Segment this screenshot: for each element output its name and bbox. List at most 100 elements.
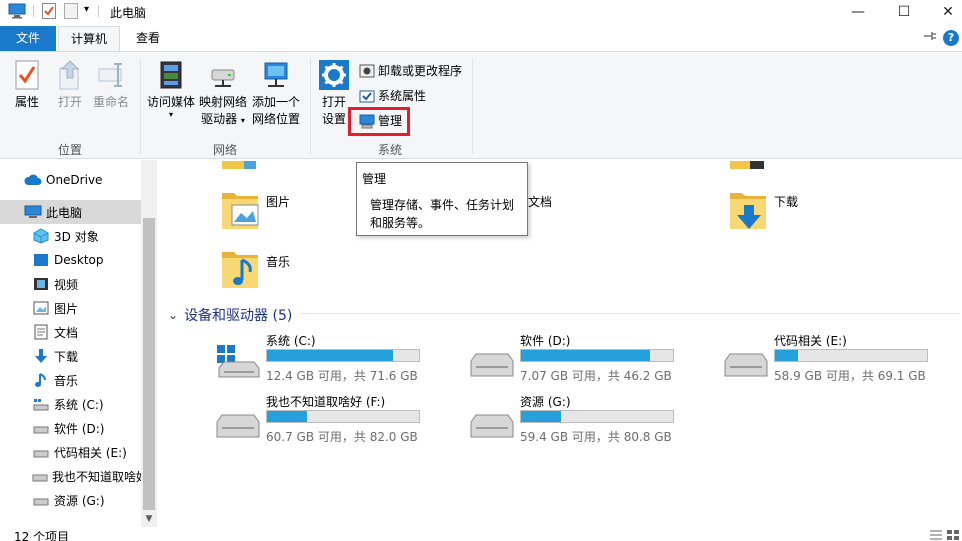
- add-network-location-button[interactable]: 添加一个 网络位置: [250, 60, 302, 128]
- nav-item-drive-f[interactable]: 我也不知道取啥好: [0, 464, 141, 488]
- scroll-down-arrow-icon[interactable]: ▼: [141, 511, 157, 527]
- drive-tile-e[interactable]: 代码相关 (E:) 58.9 GB 可用，共 69.1 GB: [724, 332, 954, 388]
- network-group-label: 网络: [212, 143, 237, 157]
- system-group-label: 系统: [377, 143, 402, 157]
- windows-drive-icon: [217, 345, 260, 378]
- map-network-drive-button[interactable]: 映射网络 驱动器 ▾: [197, 60, 249, 129]
- cube-3d-icon: [32, 228, 50, 244]
- uninstall-icon: [359, 64, 375, 78]
- folder-music-label: 音乐: [266, 255, 291, 269]
- drive-name: 软件 (D:): [520, 334, 571, 348]
- nav-scrollbar-thumb[interactable]: [143, 218, 155, 510]
- open-settings-label-2: 设置: [321, 112, 346, 126]
- drive-name: 我也不知道取啥好 (F:): [266, 395, 386, 409]
- drive-icon: [470, 353, 514, 377]
- system-drive-icon: [32, 396, 50, 412]
- chevron-down-icon: ⌄: [168, 308, 179, 322]
- tab-view[interactable]: 查看: [124, 26, 172, 51]
- uninstall-program-button[interactable]: 卸载或更改程序: [359, 61, 462, 81]
- item-count: 12 个项目: [14, 530, 70, 541]
- minimize-button[interactable]: —: [838, 0, 878, 24]
- drive-icon: [216, 414, 260, 438]
- nav-item-drive-d[interactable]: 软件 (D:): [0, 416, 141, 440]
- close-button[interactable]: ✕: [928, 0, 962, 24]
- tab-computer[interactable]: 计算机: [58, 26, 120, 51]
- system-properties-button[interactable]: 系统属性: [359, 86, 426, 106]
- nav-item-3d-objects[interactable]: 3D 对象: [0, 224, 141, 248]
- drive-tile-g[interactable]: 资源 (G:) 59.4 GB 可用，共 80.8 GB: [470, 393, 700, 449]
- nav-item-drive-e[interactable]: 代码相关 (E:): [0, 440, 141, 464]
- add-location-label-2: 网络位置: [251, 112, 300, 126]
- downloads-folder-icon: [730, 193, 766, 229]
- manage-tooltip: 管理 管理存储、事件、任务计划和服务等。: [356, 162, 528, 236]
- drive-usage-fill: [267, 350, 394, 361]
- divider-icon: [97, 3, 101, 19]
- nav-item-this-pc[interactable]: 此电脑: [0, 200, 141, 224]
- drive-name: 代码相关 (E:): [774, 334, 847, 348]
- open-settings-button[interactable]: 打开 设置: [316, 60, 352, 128]
- nav-item-music[interactable]: 音乐: [0, 368, 141, 392]
- maximize-button[interactable]: ☐: [884, 0, 924, 24]
- location-group-label: 位置: [57, 143, 82, 157]
- nav-item-onedrive[interactable]: OneDrive: [0, 168, 141, 192]
- nav-item-documents[interactable]: 文档: [0, 320, 141, 344]
- drive-usage-bar: [520, 410, 674, 423]
- folder-documents-label: 文档: [528, 195, 553, 209]
- system-properties-icon: [359, 90, 375, 103]
- nav-item-downloads[interactable]: 下载: [0, 344, 141, 368]
- properties-label: 属性: [14, 95, 39, 109]
- tab-file[interactable]: 文件: [0, 26, 56, 51]
- properties-button[interactable]: 属性: [9, 60, 45, 111]
- open-label: 打开: [57, 95, 82, 109]
- computer-icon[interactable]: [8, 3, 26, 19]
- drive-tile-c[interactable]: 系统 (C:) 12.4 GB 可用，共 71.6 GB: [216, 332, 446, 388]
- group-divider: [310, 58, 311, 154]
- nav-item-pictures[interactable]: 图片: [0, 296, 141, 320]
- customize-toolbar-icon[interactable]: ▾: [84, 4, 89, 20]
- drive-space-info: 58.9 GB 可用，共 69.1 GB: [774, 369, 926, 383]
- divider-icon: [32, 3, 36, 19]
- access-media-button[interactable]: 访问媒体 ▾: [145, 60, 197, 119]
- network-location-icon: [264, 62, 288, 87]
- desktop-icon: [32, 252, 50, 268]
- drive-usage-bar: [520, 349, 674, 362]
- settings-gear-icon: [319, 60, 349, 90]
- drive-tile-f[interactable]: 我也不知道取啥好 (F:) 60.7 GB 可用，共 82.0 GB: [216, 393, 446, 449]
- drive-usage-fill: [267, 411, 307, 422]
- pin-ribbon-icon[interactable]: [923, 30, 937, 45]
- drive-tile-d[interactable]: 软件 (D:) 7.07 GB 可用，共 46.2 GB: [470, 332, 700, 388]
- map-drive-label-1: 映射网络: [198, 95, 247, 109]
- help-icon[interactable]: ?: [943, 30, 959, 46]
- pictures-folder-icon: [222, 193, 259, 229]
- drive-icon: [32, 468, 48, 484]
- folder-downloads[interactable]: [728, 187, 768, 236]
- nav-item-videos[interactable]: 视频: [0, 272, 141, 296]
- large-icons-view-icon[interactable]: [946, 529, 960, 541]
- nav-item-desktop[interactable]: Desktop: [0, 248, 141, 272]
- open-icon: [59, 60, 80, 90]
- rename-button[interactable]: 重命名: [90, 60, 132, 111]
- ribbon-panel: 属性 打开 重命名 位置 访问媒体 ▾ 映射网络 驱动器 ▾ 添加一个 网络位置…: [0, 51, 962, 159]
- drive-icon: [470, 414, 514, 438]
- devices-section-header[interactable]: ⌄ 设备和驱动器 (5): [168, 305, 292, 325]
- drive-usage-fill: [775, 350, 798, 361]
- rename-label: 重命名: [92, 95, 129, 109]
- folder-pictures[interactable]: [220, 187, 260, 236]
- drive-usage-bar: [774, 349, 928, 362]
- navigation-pane: OneDrive 此电脑 3D 对象 Desktop 视频 图片 文档 下载 音…: [0, 160, 157, 527]
- folder-pictures-label: 图片: [266, 195, 291, 209]
- title-bar: ▾ 此电脑 — ☐ ✕: [0, 0, 962, 24]
- details-view-icon[interactable]: [929, 529, 943, 541]
- folder-music[interactable]: [220, 246, 260, 295]
- open-button[interactable]: 打开: [53, 60, 87, 111]
- tooltip-body: 管理存储、事件、任务计划和服务等。: [370, 198, 515, 230]
- properties-quick-icon[interactable]: [42, 3, 56, 19]
- tooltip-title: 管理: [362, 172, 387, 186]
- drive-name: 系统 (C:): [266, 334, 316, 348]
- nav-item-drive-g[interactable]: 资源 (G:): [0, 488, 141, 512]
- new-folder-quick-icon[interactable]: [64, 3, 78, 19]
- nav-item-drive-c[interactable]: 系统 (C:): [0, 392, 141, 416]
- system-properties-label: 系统属性: [378, 89, 427, 103]
- group-divider: [472, 58, 473, 154]
- drive-icon: [32, 420, 50, 436]
